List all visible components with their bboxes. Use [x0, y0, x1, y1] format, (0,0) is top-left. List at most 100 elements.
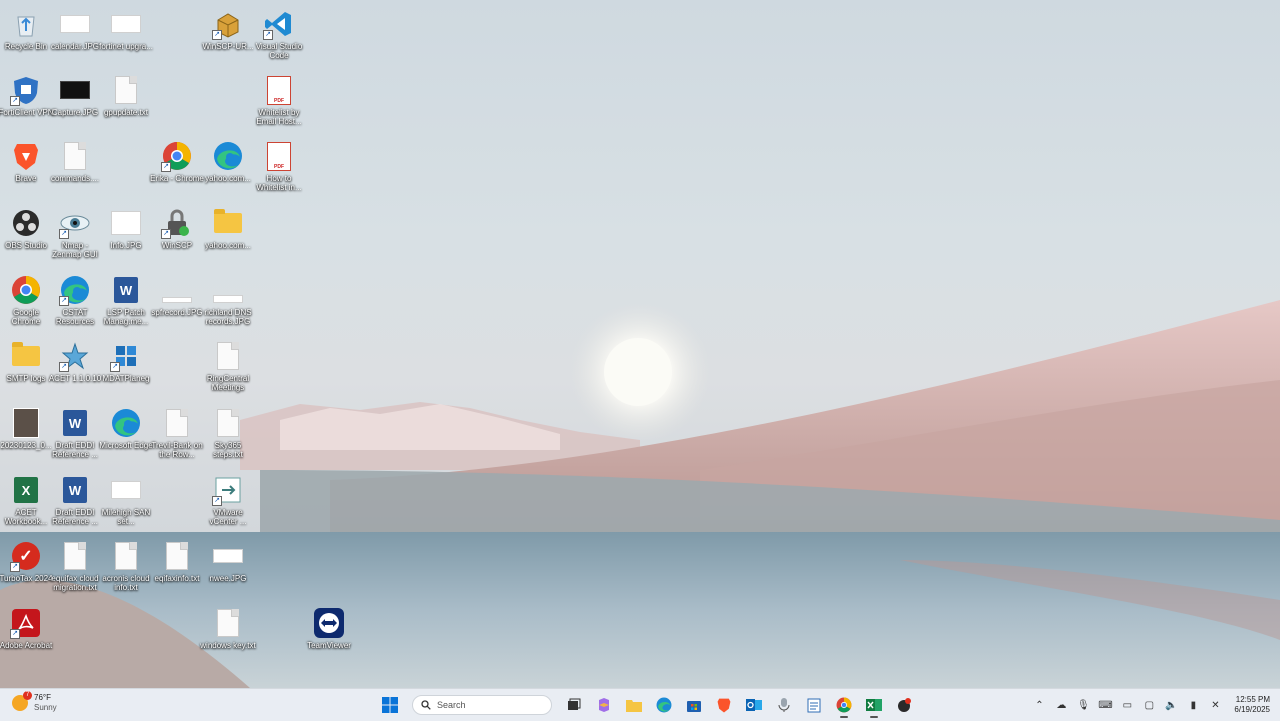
display-icon[interactable]: ▭	[1120, 698, 1134, 712]
desktop-icon-adobe-acrobat[interactable]: ↗ Adobe Acrobat	[0, 603, 52, 667]
winscp-package-icon: ↗	[212, 8, 244, 40]
photo-thumbnail-icon	[10, 407, 42, 439]
system-tray: ⌃ ☁ 🎙 ⌨ ▭ ▢ 🔈 ▮ ✕ 12:55 PM 6/19/2025	[1032, 693, 1270, 717]
chrome-icon: ↗	[161, 140, 193, 172]
desktop-icon-photo-20230123[interactable]: 20230123_0...	[0, 403, 52, 467]
desktop-icon-microsoft-edge[interactable]: Microsoft Edge	[99, 403, 153, 467]
battery-icon[interactable]: ▮	[1186, 698, 1200, 712]
image-thumbnail-icon	[212, 540, 244, 572]
network-icon[interactable]: ▢	[1142, 698, 1156, 712]
desktop-icon-acet[interactable]: ↗ ACET 1.1.0.10	[49, 336, 101, 400]
desktop-icon-ringcentral[interactable]: RingCentral Meetings	[202, 336, 254, 400]
icon-label: OBS Studio	[5, 241, 47, 250]
desktop-icon-calendar-jpg[interactable]: calendar.JPG	[49, 4, 101, 68]
icon-label: Brave	[15, 174, 37, 183]
desktop-icon-brave[interactable]: Brave	[0, 136, 52, 200]
desktop-icon-capture-jpg[interactable]: Capture.JPG	[49, 70, 101, 134]
icon-label: richland DNS records.JPG	[204, 308, 252, 326]
icon-label: LSP Patch Manag.me...	[103, 308, 149, 326]
desktop-icon-gpupdate-txt[interactable]: gpupdate.txt	[100, 70, 152, 134]
desktop-icon-draft-eddi-1[interactable]: W Draft EDDI Reference ...	[49, 403, 101, 467]
winscp-lock-icon: ↗	[161, 207, 193, 239]
desktop-icon-acronis[interactable]: acronis cloud info.txt	[100, 536, 152, 600]
copilot-button[interactable]	[592, 693, 616, 717]
desktop-icon-teamviewer[interactable]: TeamViewer	[303, 603, 355, 667]
desktop-icon-turbotax[interactable]: ✓ ↗ TurboTax 2024	[0, 536, 53, 600]
image-thumbnail-icon	[110, 474, 142, 506]
desktop-icon-smtp-logs[interactable]: SMTP logs	[0, 336, 52, 400]
edge-icon: ↗	[59, 274, 91, 306]
icon-label: equifax cloud migration.txt	[51, 574, 99, 592]
microsoft-store-button[interactable]	[682, 693, 706, 717]
task-view-button[interactable]	[562, 693, 586, 717]
microphone-tray-icon[interactable]: 🎙	[1076, 698, 1090, 712]
show-hidden-icons-chevron-icon[interactable]: ⌃	[1032, 698, 1046, 712]
taskbar-search-box[interactable]: Search	[412, 695, 552, 715]
file-explorer-button[interactable]	[622, 693, 646, 717]
weather-widget[interactable]: 7 76°F Sunny	[12, 691, 57, 713]
desktop-icon-windows-key[interactable]: windows key.txt	[200, 603, 256, 667]
excel-taskbar-button[interactable]	[862, 693, 886, 718]
icon-label: Draft EDDI Reference ...	[52, 508, 98, 526]
image-thumbnail-icon	[59, 74, 91, 106]
desktop-icon-mdatp[interactable]: ↗ MDATPlaneg	[100, 336, 152, 400]
desktop-icon-milehigh-san[interactable]: Milehigh SAN set...	[100, 470, 152, 534]
desktop-icon-equifax-cloud[interactable]: equifax cloud migration.txt	[49, 536, 101, 600]
onedrive-cloud-icon[interactable]: ☁	[1054, 698, 1068, 712]
desktop-icon-nwee-jpg[interactable]: nwee.JPG	[202, 536, 254, 600]
desktop-icon-winscp[interactable]: ↗ WinSCP	[151, 203, 203, 267]
desktop-icon-eqifaxinfo[interactable]: eqifaxinfo.txt	[151, 536, 203, 600]
brave-taskbar-button[interactable]	[712, 693, 736, 717]
desktop-icon-obs-studio[interactable]: OBS Studio	[0, 203, 52, 267]
desktop-icon-forticlient-vpn[interactable]: ↗ FortiClient VPN	[0, 70, 54, 134]
microphone-icon	[778, 698, 790, 712]
desktop-icon-sky365-steps[interactable]: Sky365 steps.txt	[202, 403, 254, 467]
notepad-taskbar-button[interactable]	[802, 693, 826, 717]
edge-icon	[656, 697, 672, 713]
clock-date: 6/19/2025	[1234, 705, 1270, 714]
desktop: Recycle Bin calendar.JPG fortinet upgra.…	[0, 0, 1280, 688]
icon-label: ACET Workbook...	[4, 508, 48, 526]
desktop-icon-vmware-vcenter[interactable]: ↗ VMware vCenter ...	[202, 470, 254, 534]
text-file-icon	[59, 540, 91, 572]
desktop-icon-lsp-patch[interactable]: W LSP Patch Manag.me...	[100, 270, 152, 334]
desktop-icon-draft-eddi-2[interactable]: W Draft EDDI Reference ...	[49, 470, 101, 534]
icon-label: Erika - Chrome	[150, 174, 204, 183]
desktop-icon-yahoo-com-edge[interactable]: yahoo.com...	[202, 136, 254, 200]
excel-document-icon: X	[10, 474, 42, 506]
desktop-icon-commands[interactable]: commands....	[49, 136, 101, 200]
icon-label: Trevil-Bank on the Row...	[151, 441, 203, 459]
desktop-icon-richland-dns[interactable]: richland DNS records.JPG	[202, 270, 254, 334]
text-file-icon	[110, 74, 142, 106]
desktop-icon-whitelist-email-pdf[interactable]: PDF Whitelist by Email Host...	[253, 70, 305, 134]
chrome-taskbar-button[interactable]	[832, 693, 856, 718]
desktop-icon-google-chrome[interactable]: Google Chrome	[0, 270, 52, 334]
desktop-icon-nmap-zenmap[interactable]: ↗ Nmap - Zenmap GUI	[49, 203, 101, 267]
desktop-icon-howto-whitelist-pdf[interactable]: PDF How to Whitelist in...	[253, 136, 305, 200]
desktop-icon-trevil-bank[interactable]: Trevil-Bank on the Row...	[151, 403, 203, 467]
keyboard-icon[interactable]: ⌨	[1098, 698, 1112, 712]
outlook-taskbar-button[interactable]	[742, 693, 766, 717]
desktop-icon-erika-chrome[interactable]: ↗ Erika - Chrome	[150, 136, 204, 200]
voice-recorder-button[interactable]	[772, 693, 796, 717]
desktop-icon-spfrecord-jpg[interactable]: spfrecord.JPG	[151, 270, 203, 334]
taskbar: 7 76°F Sunny Search ⌃ ☁ 🎙 ⌨ ▭ ▢ 🔈 ▮ ✕ 12…	[0, 688, 1280, 721]
desktop-icon-recycle-bin[interactable]: Recycle Bin	[0, 4, 52, 68]
desktop-icon-yahoo-com-zip[interactable]: yahoo.com...	[202, 203, 254, 267]
icon-label: Recycle Bin	[4, 42, 48, 51]
weather-temperature: 76°F	[34, 693, 51, 702]
text-file-icon	[59, 140, 91, 172]
desktop-icon-winscp-ur[interactable]: ↗ WinSCP-UR...	[202, 4, 254, 68]
desktop-icon-cstat-resources[interactable]: ↗ CSTAT Resources	[49, 270, 101, 334]
desktop-icon-info-jpg[interactable]: Info.JPG	[100, 203, 152, 267]
taskbar-clock[interactable]: 12:55 PM 6/19/2025	[1234, 695, 1270, 715]
defender-icon[interactable]: ✕	[1208, 698, 1222, 712]
start-button[interactable]	[378, 693, 402, 717]
desktop-icon-fortinet-upgrade[interactable]: fortinet upgra...	[99, 4, 153, 68]
desktop-icon-vscode[interactable]: ↗ Visual Studio Code	[253, 4, 305, 68]
volume-icon[interactable]: 🔈	[1164, 698, 1178, 712]
icon-label: Capture.JPG	[51, 108, 99, 117]
desktop-icon-acet-workbook[interactable]: X ACET Workbook...	[0, 470, 52, 534]
edge-taskbar-button[interactable]	[652, 693, 676, 717]
security-app-taskbar-button[interactable]	[892, 693, 916, 717]
